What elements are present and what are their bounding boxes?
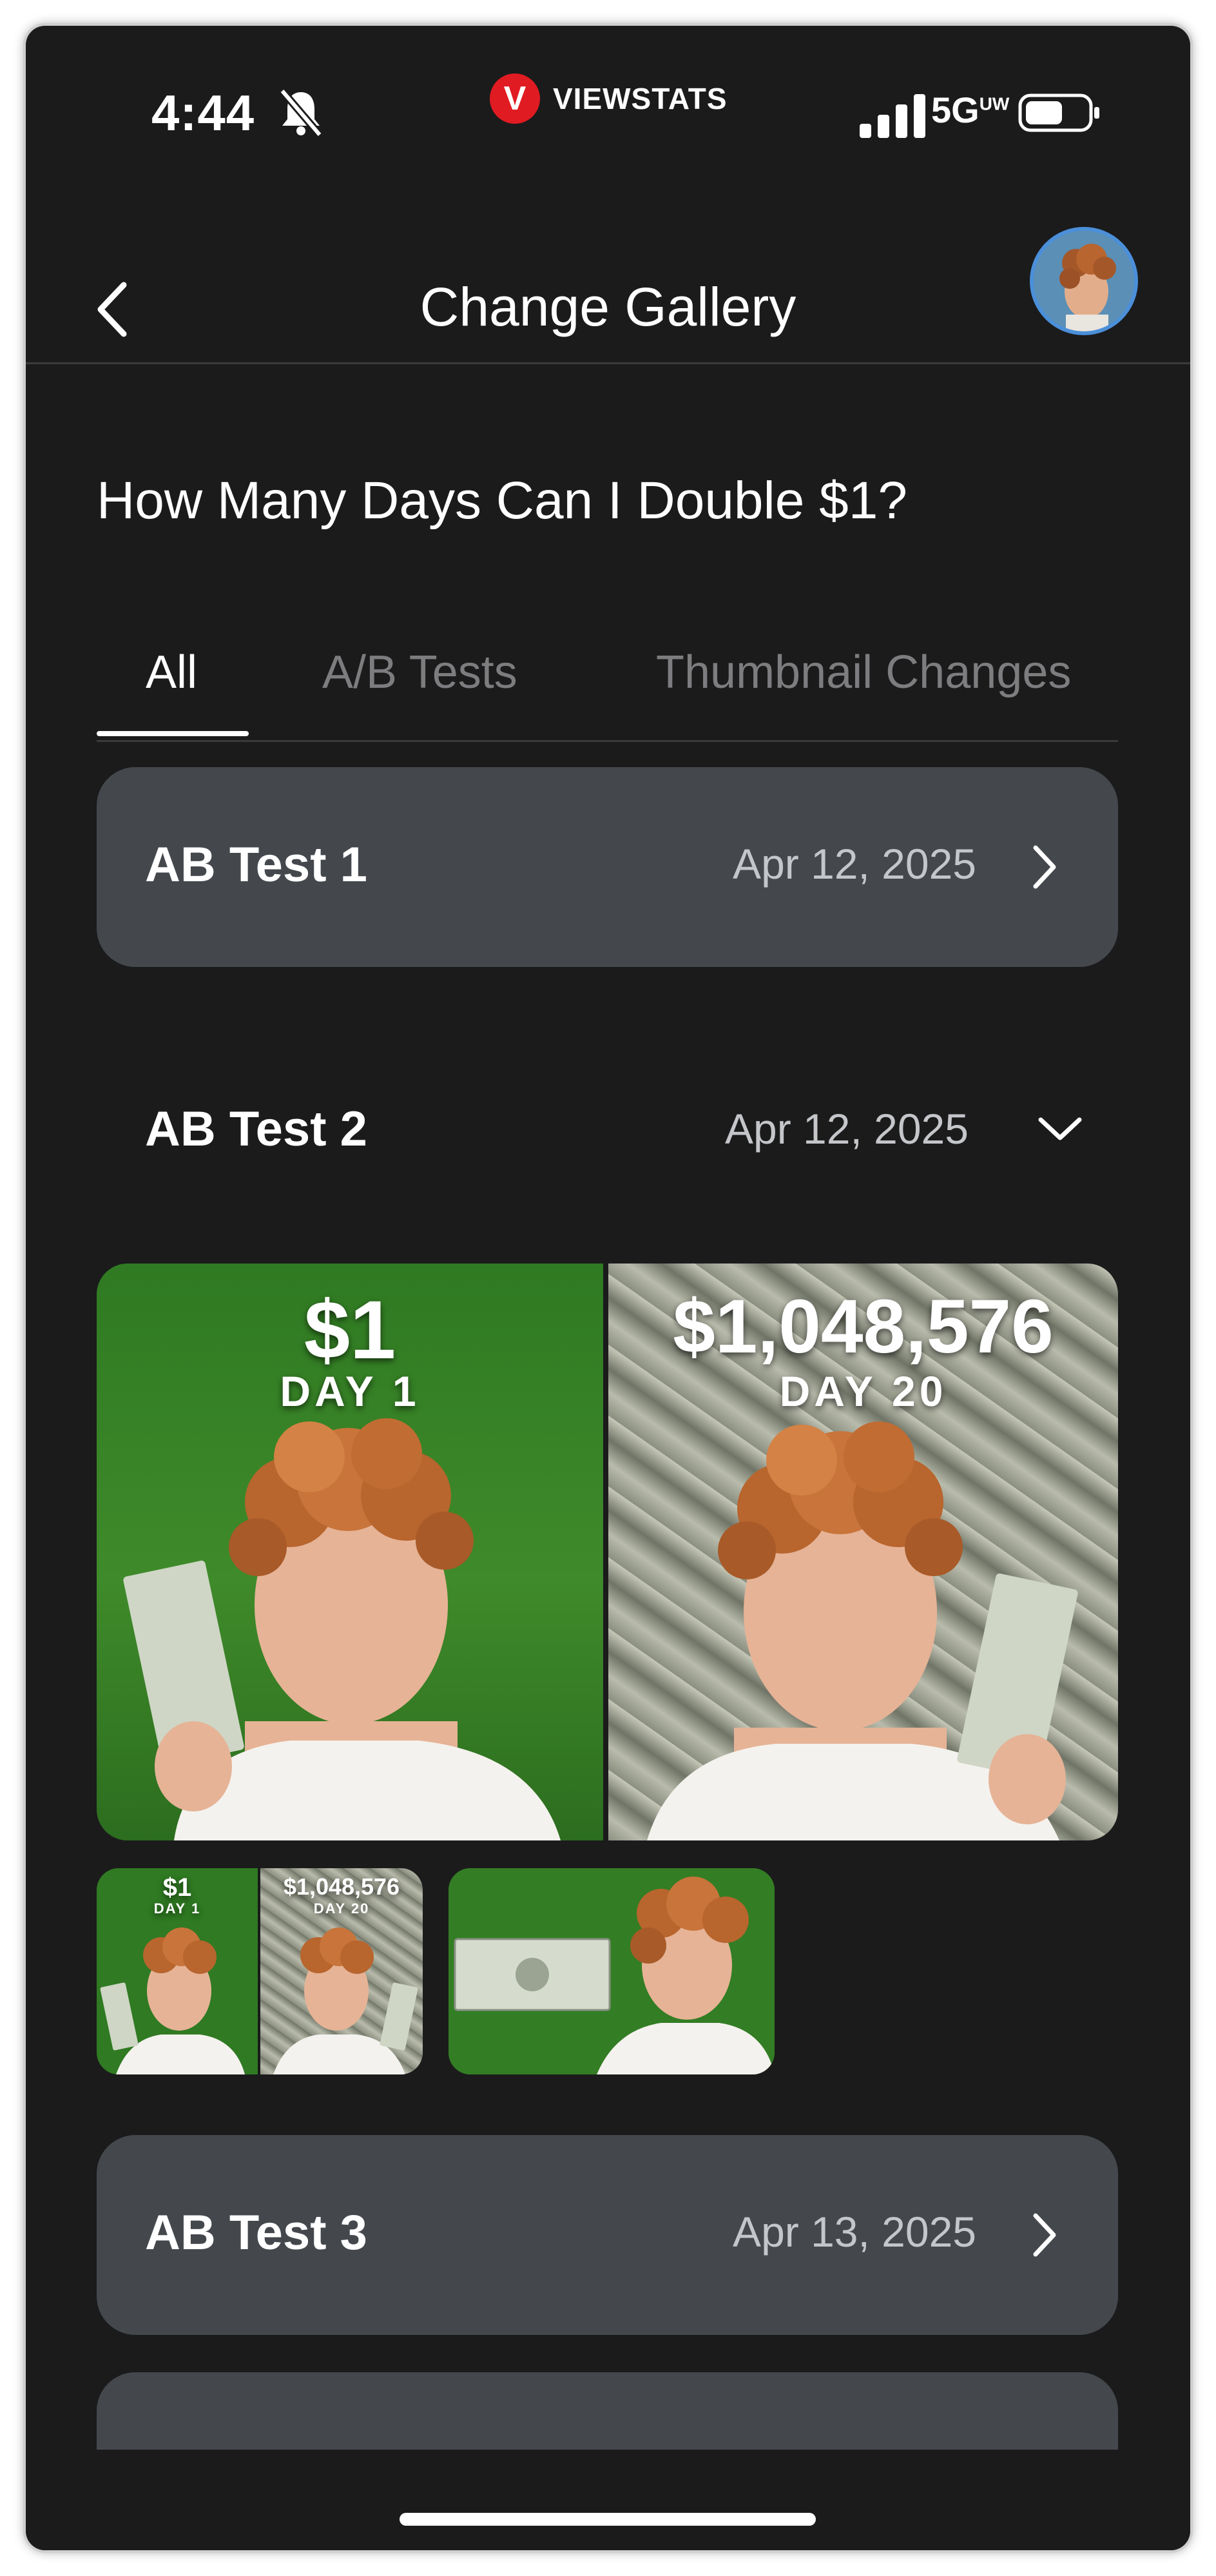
cellular-signal-icon [860,94,925,138]
ab-test-2-title[interactable]: AB Test 2 [145,1101,367,1157]
page-title: Change Gallery [420,277,796,337]
amount-text: $1 [304,1284,396,1376]
tab-thumbnail-changes[interactable]: Thumbnail Changes [656,646,1071,699]
person-with-dollar-bill-illustration [449,1868,775,2074]
ab-test-2-date: Apr 12, 2025 [725,1105,969,1153]
tab-ab-tests[interactable]: A/B Tests [322,646,517,699]
tab-all[interactable]: All [146,646,197,699]
amount-text: $1,048,576 [673,1284,1054,1369]
thumbnail-option-2[interactable] [449,1868,775,2074]
person-with-dollar-illustration [123,1418,561,1840]
status-time: 4:44 [151,84,255,141]
test-date: Apr 13, 2025 [733,2208,976,2256]
thumbnail-day1-mini: $1 DAY 1 [97,1868,258,2074]
thumbnail-variant-day1: $1 DAY 1 [97,1264,603,1840]
home-indicator[interactable] [400,2513,816,2526]
brand-name: VIEWSTATS [553,82,728,115]
person-illustration [273,1927,418,2074]
day-text: DAY 1 [153,1900,201,1917]
battery-icon [1018,93,1099,132]
thumbnail-day20-mini: $1,048,576 DAY 20 [260,1868,423,2074]
test-title: AB Test 3 [145,2205,367,2260]
chevron-down-icon[interactable] [1034,1112,1086,1144]
thumbnail-option-1[interactable]: $1 DAY 1 $1,048,576 DAY 20 [97,1868,423,2074]
person-with-dollar-illustration [647,1421,1078,1840]
amount-text: $1 [162,1873,192,1902]
thumbnail-preview-large[interactable]: $1 DAY 1 $1,048,576 DAY 20 [97,1264,1118,1840]
header-divider [26,362,1190,364]
active-tab-indicator [97,731,249,736]
video-title: How Many Days Can I Double $1? [97,471,907,530]
viewstats-logo: V [490,73,540,124]
network-type: 5GUW [931,90,1010,130]
day-text: DAY 20 [779,1367,947,1415]
person-illustration [100,1927,245,2074]
avatar-image [1034,231,1134,331]
day-text: DAY 20 [313,1900,370,1917]
test-title: AB Test 1 [145,837,367,892]
day-text: DAY 1 [280,1367,420,1415]
viewstats-brand: V VIEWSTATS [490,70,728,128]
phone-screen: 4:44 V VIEWSTATS 5GUW Change Gallery How… [26,26,1190,2550]
bell-muted-icon [279,88,323,137]
test-date: Apr 12, 2025 [733,840,976,888]
chevron-right-icon [1033,845,1056,889]
amount-text: $1,048,576 [283,1873,400,1900]
tabs-divider [97,740,1118,742]
ab-test-card-1[interactable]: AB Test 1 Apr 12, 2025 [97,767,1118,967]
bottom-safe-area [26,2450,1190,2550]
ab-test-card-3[interactable]: AB Test 3 Apr 13, 2025 [97,2135,1118,2335]
avatar[interactable] [1030,227,1138,335]
chevron-right-icon [1033,2213,1056,2257]
thumbnail-variant-day20: $1,048,576 DAY 20 [608,1264,1118,1840]
